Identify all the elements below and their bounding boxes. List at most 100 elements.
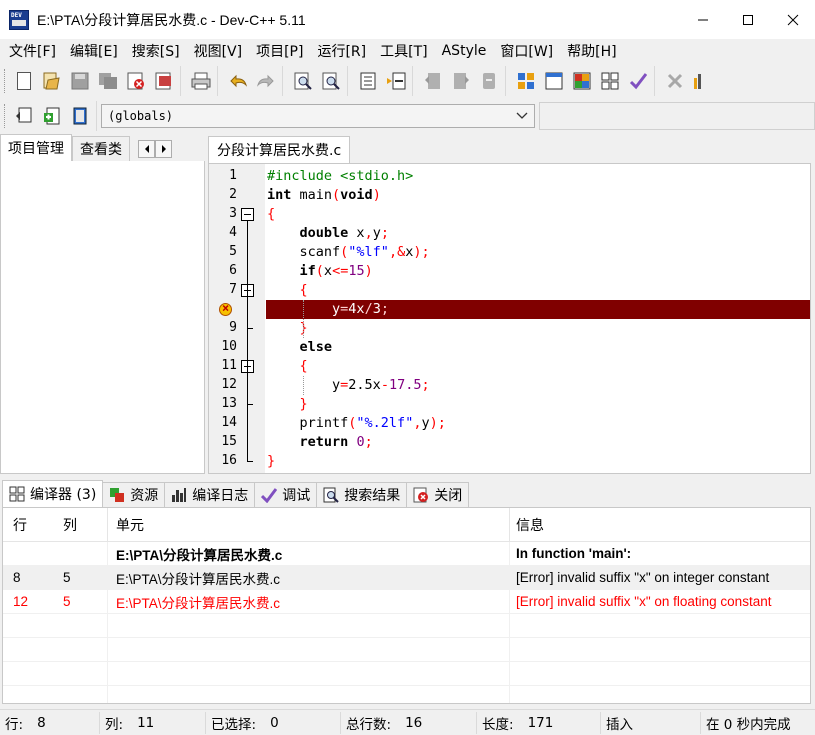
project-options-button[interactable] <box>477 69 501 93</box>
menu-help[interactable]: 帮助[H] <box>560 41 623 61</box>
message-info: [Error] invalid suffix "x" on integer co… <box>516 570 770 585</box>
tab-search-results[interactable]: 搜索结果 <box>316 482 408 507</box>
find-button[interactable] <box>291 69 315 93</box>
status-bar: 行: 8 列: 11 已选择: 0 总行数: 16 长度: 171 插入 在 0… <box>0 709 815 735</box>
menu-edit[interactable]: 编辑[E] <box>63 41 125 61</box>
run-button[interactable] <box>542 69 566 93</box>
code-line[interactable]: 5 scanf("%lf",&x); <box>209 243 810 262</box>
menu-view[interactable]: 视图[V] <box>187 41 250 61</box>
member-dropdown[interactable] <box>539 102 815 130</box>
code-editor[interactable]: 1 #include <stdio.h> 2 int main(void) 3 … <box>208 163 811 474</box>
column-divider <box>509 542 510 703</box>
tab-compile-log[interactable]: 编译日志 <box>164 482 256 507</box>
header-unit[interactable]: 单元 <box>107 508 509 541</box>
code-line[interactable]: 2 int main(void) <box>209 186 810 205</box>
goto-declaration-button[interactable] <box>12 104 36 128</box>
syntax-check-button[interactable] <box>626 69 650 93</box>
print-button[interactable] <box>189 69 213 93</box>
error-marker-icon[interactable] <box>219 301 232 316</box>
status-length-label: 长度: <box>482 716 514 733</box>
code-line[interactable]: 7 { <box>209 281 810 300</box>
close-all-button[interactable] <box>152 69 176 93</box>
class-browser-button[interactable] <box>68 104 92 128</box>
header-info[interactable]: 信息 <box>509 508 810 541</box>
goto-line-button[interactable] <box>384 69 408 93</box>
tab-debug[interactable]: 调试 <box>254 482 318 507</box>
open-file-icon <box>43 72 60 89</box>
menu-window[interactable]: 窗口[W] <box>493 41 560 61</box>
code-line[interactable]: 10 else <box>209 338 810 357</box>
remove-from-project-button[interactable] <box>449 69 473 93</box>
goto-line-icon <box>387 72 406 89</box>
code-line[interactable]: 12 y=2.5x-17.5; <box>209 376 810 395</box>
menu-astyle[interactable]: AStyle <box>435 43 494 59</box>
code-line[interactable]: 4 double x,y; <box>209 224 810 243</box>
message-row[interactable]: E:\PTA\分段计算居民水费.c In function 'main': <box>3 542 810 566</box>
status-insert-mode: 插入 <box>601 711 701 734</box>
status-length-value: 171 <box>527 714 554 731</box>
code-line[interactable]: 6 if(x<=15) <box>209 262 810 281</box>
empty-row <box>3 638 810 662</box>
minimize-button[interactable] <box>680 0 725 39</box>
fold-toggle[interactable] <box>241 208 254 221</box>
code-line-error[interactable]: y=4x/3; <box>209 300 810 319</box>
save-icon <box>71 72 89 89</box>
code-line[interactable]: 14 printf("%.2lf",y); <box>209 414 810 433</box>
tab-class-view[interactable]: 查看类 <box>72 136 130 161</box>
code-line[interactable]: 9 } <box>209 319 810 338</box>
status-total-lines-value: 16 <box>405 714 423 731</box>
menu-search[interactable]: 搜索[S] <box>125 41 187 61</box>
undo-icon <box>230 74 248 87</box>
message-row-selected[interactable]: 8 5 E:\PTA\分段计算居民水费.c [Error] invalid su… <box>3 566 810 590</box>
indent-guide <box>303 376 304 395</box>
close-button[interactable] <box>770 0 815 39</box>
compile-run-button[interactable] <box>570 69 594 93</box>
code-line[interactable]: 16 } <box>209 452 810 471</box>
run-icon <box>545 72 563 89</box>
compile-icon <box>518 72 534 89</box>
toolbar-grip[interactable] <box>4 104 7 128</box>
save-button[interactable] <box>68 69 92 93</box>
rebuild-all-button[interactable] <box>598 69 622 93</box>
undo-button[interactable] <box>226 69 250 93</box>
goto-definition-button[interactable] <box>40 104 64 128</box>
open-file-button[interactable] <box>40 69 64 93</box>
status-total-lines-label: 总行数: <box>346 716 392 733</box>
line-number: 15 <box>221 434 237 449</box>
stop-execution-button[interactable] <box>663 69 687 93</box>
code-line[interactable]: 11 { <box>209 357 810 376</box>
code-line[interactable]: 3 { <box>209 205 810 224</box>
tab-project-manager[interactable]: 项目管理 <box>0 134 72 161</box>
add-to-project-button[interactable] <box>421 69 445 93</box>
header-col[interactable]: 列 <box>57 508 107 541</box>
menu-run[interactable]: 运行[R] <box>310 41 373 61</box>
new-file-button[interactable] <box>12 69 36 93</box>
toolbar-grip[interactable] <box>4 68 7 93</box>
menu-tools[interactable]: 工具[T] <box>373 41 434 61</box>
code-line[interactable]: 15 return 0; <box>209 433 810 452</box>
menu-file[interactable]: 文件[F] <box>2 41 63 61</box>
tab-resources[interactable]: 资源 <box>102 482 166 507</box>
menu-project[interactable]: 项目[P] <box>249 41 310 61</box>
tab-close-label: 关闭 <box>434 488 463 504</box>
project-tree[interactable] <box>0 161 205 474</box>
tab-compiler[interactable]: 编译器 (3) <box>2 480 104 507</box>
indent-button[interactable] <box>356 69 380 93</box>
header-row[interactable]: 行 <box>3 508 57 541</box>
compile-button[interactable] <box>514 69 538 93</box>
replace-button[interactable] <box>319 69 343 93</box>
code-line[interactable]: 1 #include <stdio.h> <box>209 167 810 186</box>
maximize-button[interactable] <box>725 0 770 39</box>
code-line[interactable]: 13 } <box>209 395 810 414</box>
redo-button[interactable] <box>254 69 278 93</box>
tab-close[interactable]: 关闭 <box>406 482 470 507</box>
save-all-button[interactable] <box>96 69 120 93</box>
scope-dropdown[interactable]: (globals) <box>101 104 535 128</box>
tab-scroll-left-button[interactable] <box>138 140 155 158</box>
tab-scroll-right-button[interactable] <box>155 140 172 158</box>
close-file-button[interactable] <box>124 69 148 93</box>
status-column-value: 11 <box>137 714 155 731</box>
message-row[interactable]: 12 5 E:\PTA\分段计算居民水费.c [Error] invalid s… <box>3 590 810 614</box>
profile-button[interactable] <box>691 69 703 93</box>
editor-tab[interactable]: 分段计算居民水费.c <box>208 136 351 163</box>
